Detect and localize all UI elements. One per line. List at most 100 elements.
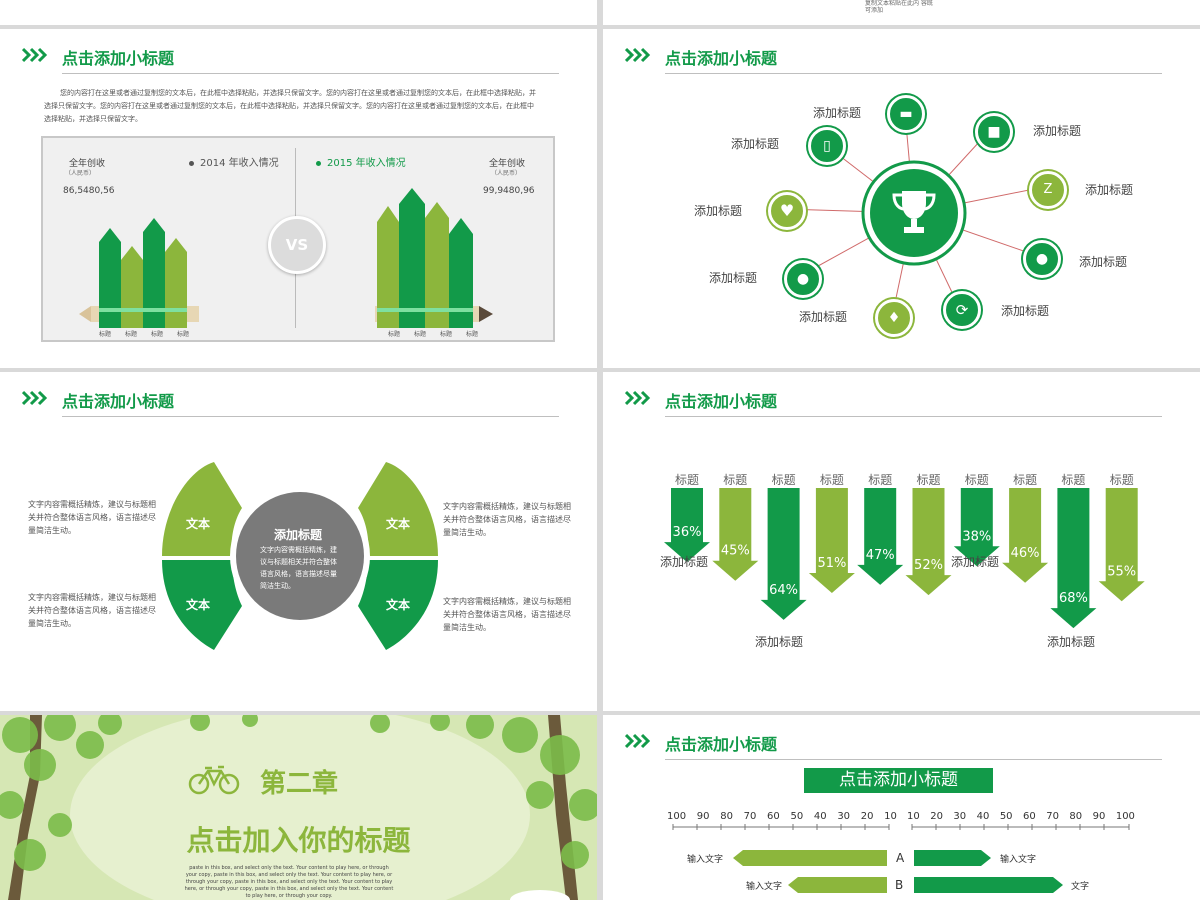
arrow-bar[interactable] bbox=[1050, 488, 1097, 629]
bar-2015-4 bbox=[449, 234, 473, 328]
hub-label[interactable]: 添加标题 bbox=[1079, 253, 1127, 270]
side-text-bottom-right[interactable]: 文字内容需概括精炼，建议与标题相关并符合整体语言风格，语言描述尽量简洁生动。 bbox=[443, 595, 573, 634]
side-text-top-right[interactable]: 文字内容需概括精炼，建议与标题相关并符合整体语言风格，语言描述尽量简洁生动。 bbox=[443, 500, 573, 539]
bar-label: 标题 bbox=[150, 331, 163, 338]
heart-icon[interactable]: ♥ bbox=[768, 192, 806, 230]
slide-subtitle[interactable]: 点击添加小标题 bbox=[62, 388, 174, 412]
bar-2014-2 bbox=[121, 260, 143, 328]
bar-2015-4-tip bbox=[449, 218, 473, 234]
chapter-body[interactable]: paste in this box, and select only the t… bbox=[184, 865, 394, 900]
hub-label[interactable]: 添加标题 bbox=[709, 269, 757, 286]
row-a-letter: A bbox=[896, 851, 905, 865]
side-text-top-left[interactable]: 文字内容需概括精炼，建议与标题相关并符合整体语言风格，语言描述尽量简洁生动。 bbox=[28, 498, 158, 537]
row-b-right-label[interactable]: 文字 bbox=[1071, 879, 1089, 892]
arrow-value-label: 51% bbox=[817, 556, 846, 571]
arrow-value-label: 45% bbox=[721, 544, 750, 559]
row-a-right-label[interactable]: 输入文字 bbox=[1000, 852, 1036, 865]
user-icon[interactable]: ● bbox=[784, 260, 822, 298]
slide-subtitle[interactable]: 点击添加小标题 bbox=[62, 45, 174, 69]
bar-2014-4 bbox=[165, 252, 187, 328]
petal-label[interactable]: 文本 bbox=[186, 596, 210, 613]
hub-label[interactable]: 添加标题 bbox=[1033, 122, 1081, 139]
arrow-bar[interactable] bbox=[1002, 488, 1049, 583]
hub-label[interactable]: 添加标题 bbox=[799, 308, 847, 325]
bed-icon[interactable]: Z bbox=[1029, 171, 1067, 209]
legend-2014: 2014 年收入情况 bbox=[189, 154, 279, 169]
petal-label[interactable]: 文本 bbox=[186, 515, 210, 532]
legend-2015-label: 2015 年收入情况 bbox=[327, 158, 406, 169]
bar-label: 标题 bbox=[465, 331, 478, 338]
arrow-category-label: 标题 bbox=[965, 473, 989, 487]
slide-icon-hub[interactable]: 点击添加小标题 ▬ ■ Z ● ⟳ ♦ ● ♥ ▯ 添加标题 添加标题 添加标题… bbox=[603, 29, 1200, 368]
pencil-tip-left bbox=[79, 306, 91, 322]
arrow-chart-svg: 36% 标题 45% 标题 64% 标题 51% 标题 47% 标题 52% 标题 38% 标题 46% 标题… bbox=[664, 473, 1145, 629]
graduation-cap-icon[interactable]: ▬ bbox=[887, 95, 925, 133]
hub-label[interactable]: 添加标题 bbox=[813, 104, 861, 121]
left-stat-unit: （人民币） bbox=[65, 170, 96, 177]
bar-2015-1 bbox=[377, 222, 399, 328]
slide-header: 点击添加小标题 bbox=[22, 386, 559, 417]
hub-label[interactable]: 添加标题 bbox=[1001, 302, 1049, 319]
axis-lines bbox=[672, 824, 1130, 893]
bar-a-left bbox=[733, 850, 887, 866]
hub-label[interactable]: 添加标题 bbox=[694, 202, 742, 219]
annotation-label[interactable]: 添加标题 bbox=[951, 553, 999, 570]
side-text-bottom-left[interactable]: 文字内容需概括精炼，建议与标题相关并符合整体语言风格，语言描述尽量简洁生动。 bbox=[28, 591, 158, 630]
apple-icon[interactable]: ● bbox=[1023, 240, 1061, 278]
trophy-icon bbox=[892, 191, 936, 233]
bar-2014-1-tip bbox=[99, 228, 121, 242]
slide-chapter-cover[interactable]: 第二章 点击加入你的标题 paste in this box, and sele… bbox=[0, 715, 597, 900]
chapter-label[interactable]: 第二章 bbox=[260, 763, 338, 800]
hub-label[interactable]: 添加标题 bbox=[731, 135, 779, 152]
center-text[interactable]: 文字内容需概括精炼，建议与标题相关并符合整体语言风格，语言描述尽量简洁生动。 bbox=[260, 544, 338, 592]
left-stat-value: 86,5480,56 bbox=[63, 186, 115, 196]
bar-label: 标题 bbox=[439, 331, 452, 338]
slide-income-comparison[interactable]: 点击添加小标题 您的内容打在这里或者通过复制您的文本后，在此框中选择粘贴，并选择… bbox=[0, 29, 597, 368]
faucet-icon[interactable]: ♦ bbox=[875, 299, 913, 337]
petal-label[interactable]: 文本 bbox=[386, 515, 410, 532]
bar-2015-3-tip bbox=[425, 202, 449, 218]
bar-label: 标题 bbox=[124, 331, 137, 338]
arrow-bar[interactable] bbox=[1098, 488, 1145, 602]
petal-label[interactable]: 文本 bbox=[386, 596, 410, 613]
arrow-bar[interactable] bbox=[712, 488, 759, 581]
arrow-bar[interactable] bbox=[905, 488, 952, 596]
arrow-value-label: 55% bbox=[1107, 564, 1136, 579]
petal-top-right bbox=[358, 462, 438, 556]
header-rule bbox=[62, 73, 559, 74]
arrow-value-label: 36% bbox=[673, 525, 702, 540]
annotation-label[interactable]: 添加标题 bbox=[755, 633, 803, 650]
center-title[interactable]: 添加标题 bbox=[262, 526, 334, 543]
legend-dot-gray bbox=[189, 160, 194, 166]
vs-badge: VS bbox=[268, 216, 326, 274]
arrow-bar[interactable] bbox=[857, 488, 904, 585]
bar-labels-2014: 标题 标题 标题 标题 bbox=[99, 329, 189, 338]
intro-paragraph[interactable]: 您的内容打在这里或者通过复制您的文本后，在此框中选择粘贴，并选择只保留文字。您的… bbox=[44, 87, 538, 126]
arrow-value-label: 38% bbox=[962, 529, 991, 544]
bicycle-icon bbox=[188, 765, 240, 795]
slide-arrow-chart[interactable]: 点击添加小标题 36% 标题 45% 标题 64% 标题 51% 标题 47% 标题 52% 标题 38… bbox=[603, 372, 1200, 711]
phone-icon[interactable]: ▯ bbox=[808, 127, 846, 165]
chapter-title[interactable]: 点击加入你的标题 bbox=[0, 819, 597, 859]
bar-label: 标题 bbox=[388, 331, 401, 338]
row-a-left-label[interactable]: 输入文字 bbox=[687, 852, 723, 865]
bar-2014-3-tip bbox=[143, 218, 165, 232]
row-b-left-label[interactable]: 输入文字 bbox=[746, 879, 782, 892]
arrow-category-label: 标题 bbox=[675, 473, 699, 487]
slide-butterfly-bars[interactable]: 点击添加小标题 点击添加小标题 100 90 80 70 60 50 40 30 20 10 10… bbox=[603, 715, 1200, 900]
refresh-icon[interactable]: ⟳ bbox=[943, 291, 981, 329]
arrow-value-label: 52% bbox=[914, 558, 943, 573]
arrow-value-label: 47% bbox=[866, 548, 895, 563]
annotation-label[interactable]: 添加标题 bbox=[660, 553, 708, 570]
arrow-category-label: 标题 bbox=[868, 473, 892, 487]
bar-2014-2-tip bbox=[121, 246, 143, 260]
slide-petal-diagram[interactable]: 点击添加小标题 文本 文本 文本 文本 添加标题 文字内容需概括精炼，建议与标题… bbox=[0, 372, 597, 711]
pencil-chart-2014 bbox=[79, 218, 199, 328]
hub-label[interactable]: 添加标题 bbox=[1085, 181, 1133, 198]
arrow-bar[interactable] bbox=[760, 488, 807, 620]
petal-top-left bbox=[162, 462, 242, 556]
annotation-label[interactable]: 添加标题 bbox=[1047, 633, 1095, 650]
car-icon[interactable]: ■ bbox=[975, 113, 1013, 151]
arrow-bar[interactable] bbox=[808, 488, 855, 594]
chevrons-icon bbox=[22, 390, 48, 406]
